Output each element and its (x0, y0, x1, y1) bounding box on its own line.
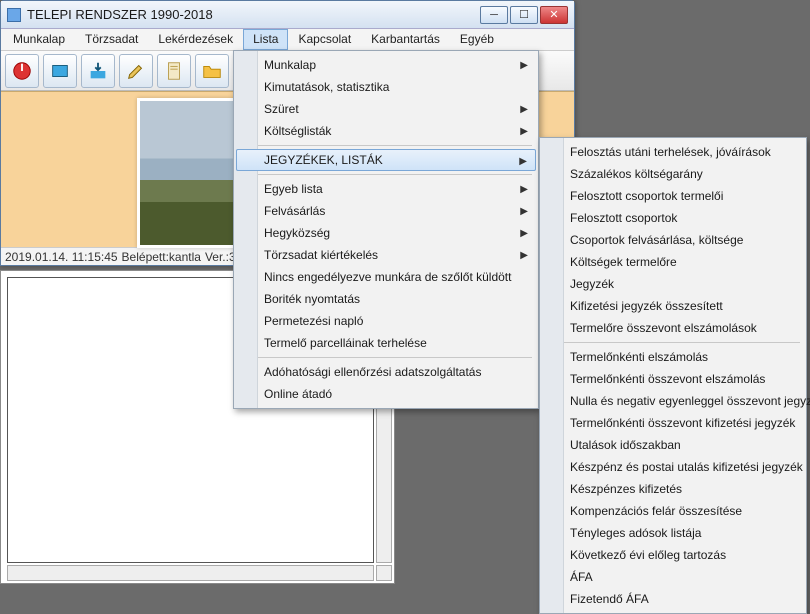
app-icon (7, 8, 21, 22)
status-version: Ver.:3 (205, 250, 236, 263)
jegyzekek-menu-item[interactable]: Csoportok felvásárlása, költsége (542, 229, 804, 251)
jegyzekek-menu-item[interactable]: Költségek termelőre (542, 251, 804, 273)
horizontal-scrollbar[interactable] (7, 565, 374, 581)
maximize-button[interactable]: ☐ (510, 6, 538, 24)
menubar: MunkalapTörzsadatLekérdezésekListaKapcso… (1, 29, 574, 51)
jegyzekek-menu-item[interactable]: Utalások időszakban (542, 434, 804, 456)
lista-menu-item[interactable]: Egyeb lista▶ (236, 178, 536, 200)
menu-lista[interactable]: Lista (243, 29, 288, 50)
jegyzekek-menu-item[interactable]: ÁFA (542, 566, 804, 588)
jegyzekek-menu-item[interactable]: Kompenzációs felár összesítése (542, 500, 804, 522)
lista-menu-item[interactable]: Hegyközség▶ (236, 222, 536, 244)
submenu-arrow-icon: ▶ (520, 184, 528, 195)
window-buttons: ─ ☐ ✕ (480, 6, 568, 24)
menu-munkalap[interactable]: Munkalap (3, 29, 75, 50)
lista-menu-item[interactable]: JEGYZÉKEK, LISTÁK▶ (236, 149, 536, 171)
jegyzekek-menu-item[interactable]: Kifizetési jegyzék összesített (542, 295, 804, 317)
lista-menu-item[interactable]: Adóhatósági ellenőrzési adatszolgáltatás (236, 361, 536, 383)
window-title: TELEPI RENDSZER 1990-2018 (27, 7, 480, 22)
submenu-arrow-icon: ▶ (520, 206, 528, 217)
lista-menu-item[interactable]: Permetezési napló (236, 310, 536, 332)
toolbar-power-button[interactable] (5, 54, 39, 88)
lista-menu-item[interactable]: Nincs engedélyezve munkára de szőlőt kül… (236, 266, 536, 288)
lista-menu-item[interactable]: Szüret▶ (236, 98, 536, 120)
submenu-arrow-icon: ▶ (519, 156, 527, 167)
toolbar-receive-button[interactable] (81, 54, 115, 88)
submenu-arrow-icon: ▶ (520, 126, 528, 137)
toolbar-box-button[interactable] (43, 54, 77, 88)
lista-menu-item[interactable]: Költséglisták▶ (236, 120, 536, 142)
jegyzekek-menu-item[interactable]: Nulla és negativ egyenleggel összevont j… (542, 390, 804, 412)
status-datetime: 2019.01.14. 11:15:45 (5, 250, 118, 263)
jegyzekek-menu-item[interactable]: Következő évi előleg tartozás (542, 544, 804, 566)
submenu-arrow-icon: ▶ (520, 60, 528, 71)
lista-menu-item[interactable]: Boriték nyomtatás (236, 288, 536, 310)
jegyzekek-menu-item[interactable]: Százalékos költségarány (542, 163, 804, 185)
lista-menu-item[interactable]: Munkalap▶ (236, 54, 536, 76)
toolbar-edit-button[interactable] (119, 54, 153, 88)
menu-lekérdezések[interactable]: Lekérdezések (148, 29, 243, 50)
jegyzekek-menu-item[interactable]: Termelőnkénti összevont kifizetési jegyz… (542, 412, 804, 434)
jegyzekek-menu-item[interactable]: Termelőre összevont elszámolások (542, 317, 804, 339)
jegyzekek-menu-item[interactable]: Felosztott csoportok (542, 207, 804, 229)
jegyzekek-menu-item[interactable]: Készpénzes kifizetés (542, 478, 804, 500)
menu-karbantartás[interactable]: Karbantartás (361, 29, 450, 50)
menu-kapcsolat[interactable]: Kapcsolat (288, 29, 361, 50)
jegyzekek-menu-item[interactable]: Készpénz és postai utalás kifizetési jeg… (542, 456, 804, 478)
jegyzekek-menu-item[interactable]: Termelőnkénti elszámolás (542, 346, 804, 368)
menu-törzsadat[interactable]: Törzsadat (75, 29, 148, 50)
lista-dropdown: Munkalap▶Kimutatások, statisztikaSzüret▶… (233, 50, 539, 409)
jegyzekek-menu-item[interactable]: Felosztás utáni terhelések, jóváírások (542, 141, 804, 163)
scroll-corner (376, 565, 392, 581)
lista-menu-item[interactable]: Online átadó (236, 383, 536, 405)
menu-separator (546, 342, 800, 343)
submenu-arrow-icon: ▶ (520, 228, 528, 239)
close-button[interactable]: ✕ (540, 6, 568, 24)
jegyzekek-submenu: Felosztás utáni terhelések, jóváírásokSz… (539, 137, 807, 614)
submenu-arrow-icon: ▶ (520, 250, 528, 261)
jegyzekek-menu-item[interactable]: Felosztott csoportok termelői (542, 185, 804, 207)
jegyzekek-menu-item[interactable]: Tényleges adósok listája (542, 522, 804, 544)
lista-menu-item[interactable]: Kimutatások, statisztika (236, 76, 536, 98)
toolbar-doc-button[interactable] (157, 54, 191, 88)
titlebar: TELEPI RENDSZER 1990-2018 ─ ☐ ✕ (1, 1, 574, 29)
status-user: Belépett:kantla (122, 250, 201, 263)
jegyzekek-menu-item[interactable]: Jegyzék (542, 273, 804, 295)
submenu-arrow-icon: ▶ (520, 104, 528, 115)
menu-separator (240, 145, 532, 146)
toolbar-folder-button[interactable] (195, 54, 229, 88)
lista-menu-item[interactable]: Törzsadat kiértékelés▶ (236, 244, 536, 266)
menu-egyéb[interactable]: Egyéb (450, 29, 504, 50)
lista-menu-item[interactable]: Termelő parcelláinak terhelése (236, 332, 536, 354)
menu-separator (240, 174, 532, 175)
jegyzekek-menu-item[interactable]: Termelőnkénti összevont elszámolás (542, 368, 804, 390)
menu-separator (240, 357, 532, 358)
minimize-button[interactable]: ─ (480, 6, 508, 24)
jegyzekek-menu-item[interactable]: Fizetendő ÁFA (542, 588, 804, 610)
lista-menu-item[interactable]: Felvásárlás▶ (236, 200, 536, 222)
